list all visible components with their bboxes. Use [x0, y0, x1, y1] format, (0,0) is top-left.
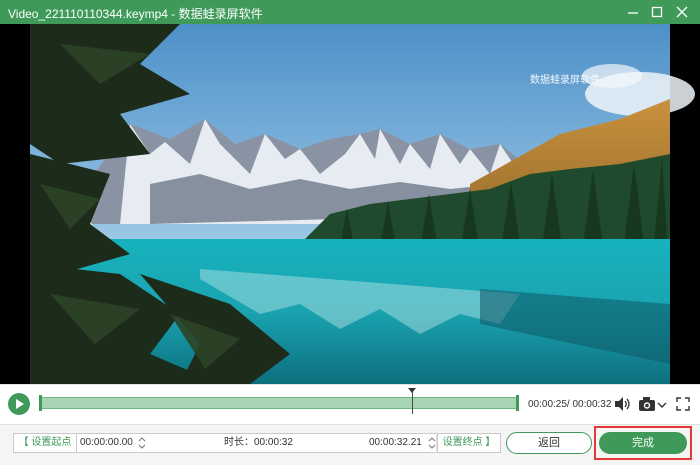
chevron-down-icon[interactable]	[656, 399, 668, 409]
start-time-stepper[interactable]	[137, 435, 147, 451]
duration-label: 时长：00:00:32	[224, 437, 293, 448]
trim-panel: 【 设置起点 00:00:00.00 时长：00:00:32 00:00:32.…	[13, 433, 501, 453]
edit-bar: 【 设置起点 00:00:00.00 时长：00:00:32 00:00:32.…	[0, 424, 700, 465]
fullscreen-icon[interactable]	[676, 397, 690, 411]
minimize-icon[interactable]	[621, 2, 645, 22]
time-readout: 00:00:25/ 00:00:32	[528, 399, 612, 410]
maximize-icon[interactable]	[645, 2, 669, 22]
end-time-input[interactable]: 00:00:32.21	[366, 434, 426, 452]
title-bar: Video_221110110344.keymp4 - 数据蛙录屏软件	[0, 0, 700, 24]
back-button[interactable]: 返回	[506, 432, 592, 454]
play-icon[interactable]	[8, 393, 30, 415]
playhead[interactable]	[412, 392, 413, 414]
end-time-stepper[interactable]	[427, 435, 437, 451]
trim-end-handle[interactable]	[516, 395, 519, 411]
timeline-track[interactable]	[39, 388, 519, 414]
watermark-text: 数据蛙录屏软件	[530, 75, 600, 86]
speaker-icon[interactable]	[613, 396, 631, 412]
camera-icon[interactable]	[638, 396, 656, 412]
player-controls: 00:00:25/ 00:00:32	[0, 384, 700, 424]
close-icon[interactable]	[670, 2, 694, 22]
window-title: Video_221110110344.keymp4 - 数据蛙录屏软件	[8, 7, 263, 21]
trim-start-handle[interactable]	[39, 395, 42, 411]
video-preview[interactable]: 数据蛙录屏软件	[0, 24, 700, 384]
set-start-button[interactable]: 【 设置起点	[14, 434, 77, 452]
start-time-input[interactable]: 00:00:00.00	[77, 434, 137, 452]
done-button[interactable]: 完成	[599, 432, 687, 454]
set-end-button[interactable]: 设置终点 】	[437, 434, 500, 452]
